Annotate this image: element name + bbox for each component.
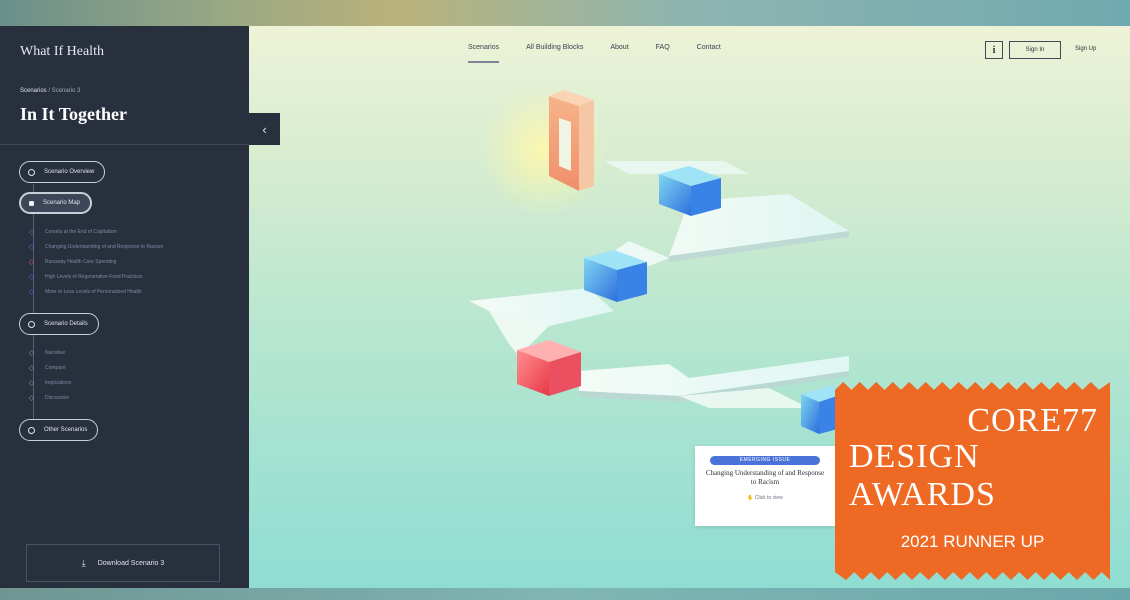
nav-faq[interactable]: FAQ — [656, 44, 670, 63]
diamond-icon: ◇ — [28, 243, 35, 251]
download-icon: ⤓ — [81, 557, 86, 568]
divider — [0, 144, 249, 145]
details-item[interactable]: ◇ Discussion — [28, 390, 71, 405]
issue-tag: EMERGING ISSUE — [710, 456, 820, 465]
sign-in-button[interactable]: Sign In — [1009, 41, 1061, 59]
scenario-overview-button[interactable]: Scenario Overview — [19, 161, 106, 183]
diamond-icon: ◇ — [28, 273, 35, 281]
block-red[interactable] — [517, 340, 581, 396]
diamond-icon: ◇ — [28, 394, 35, 402]
scenario-map-button[interactable]: Scenario Map — [19, 192, 93, 214]
click-to-view-link[interactable]: ✋ Click to view — [695, 495, 835, 501]
nav-building-blocks[interactable]: All Building Blocks — [526, 44, 583, 63]
map-item[interactable]: ◇ Corsets at the End of Capitalism — [28, 224, 163, 239]
brand-logo[interactable]: What If Health — [20, 44, 104, 60]
circle-icon — [28, 426, 35, 434]
details-items-list: ◇ Narrative ◇ Compare ◇ Implications ◇ Discu… — [28, 345, 72, 405]
diamond-icon: ◇ — [28, 379, 35, 387]
breadcrumb: Scenarios / Scenario 3 — [20, 88, 80, 94]
nav-contact[interactable]: Contact — [697, 44, 721, 63]
other-scenarios-button[interactable]: Other Scenarios — [19, 419, 99, 441]
breadcrumb-root[interactable]: Scenarios — [20, 88, 47, 94]
details-item[interactable]: ◇ Compare — [28, 360, 71, 375]
issue-title: Changing Understanding of and Response t… — [705, 469, 825, 486]
circle-icon — [28, 320, 35, 328]
emerging-issue-card[interactable]: EMERGING ISSUE Changing Understanding of… — [695, 446, 835, 526]
top-nav: Scenarios All Building Blocks About FAQ … — [468, 44, 721, 63]
nav-scenarios[interactable]: Scenarios — [468, 44, 500, 63]
info-button[interactable]: i — [985, 41, 1003, 59]
map-item[interactable]: ◇ Runaway Health Care Spending — [28, 254, 163, 269]
map-item[interactable]: ◇ More or Less Levels of Personalized Hea… — [28, 284, 163, 299]
diamond-icon: ◇ — [28, 349, 35, 357]
map-item[interactable]: ◇ High Levels of Regenerative Food Practi… — [28, 269, 163, 284]
circle-icon — [28, 168, 35, 176]
diamond-icon: ◇ — [28, 258, 35, 266]
award-line-3: AWARDS — [849, 476, 996, 513]
diamond-icon: ◇ — [28, 288, 35, 296]
sidebar: What If Health Scenarios / Scenario 3 In… — [0, 26, 249, 588]
bottom-background-strip — [0, 588, 1130, 600]
download-scenario-button[interactable]: ⤓ Download Scenario 3 — [26, 544, 220, 582]
collapse-sidebar-button[interactable]: ‹ — [249, 113, 280, 145]
award-line-2: DESIGN — [849, 438, 980, 475]
map-item[interactable]: ◇ Changing Understanding of and Response … — [28, 239, 163, 254]
diamond-icon: ◇ — [28, 228, 35, 236]
details-item[interactable]: ◇ Implications — [28, 375, 72, 390]
award-line-1: CORE77 — [967, 402, 1098, 439]
details-item[interactable]: ◇ Narrative — [28, 345, 71, 360]
frame-block[interactable] — [549, 90, 594, 191]
page-title: In It Together — [20, 104, 128, 124]
award-line-4: 2021 RUNNER UP — [900, 532, 1045, 551]
sign-up-link[interactable]: Sign Up — [1075, 46, 1096, 52]
square-icon — [29, 200, 34, 206]
scenario-details-button[interactable]: Scenario Details — [19, 313, 99, 335]
pointer-icon: ✋ — [747, 495, 755, 501]
nav-about[interactable]: About — [610, 44, 628, 63]
core77-award-badge: CORE77 DESIGN AWARDS 2021 RUNNER UP — [835, 382, 1110, 580]
diamond-icon: ◇ — [28, 364, 35, 372]
map-items-list: ◇ Corsets at the End of Capitalism ◇ Chang… — [28, 224, 163, 299]
breadcrumb-current: Scenario 3 — [51, 88, 81, 94]
